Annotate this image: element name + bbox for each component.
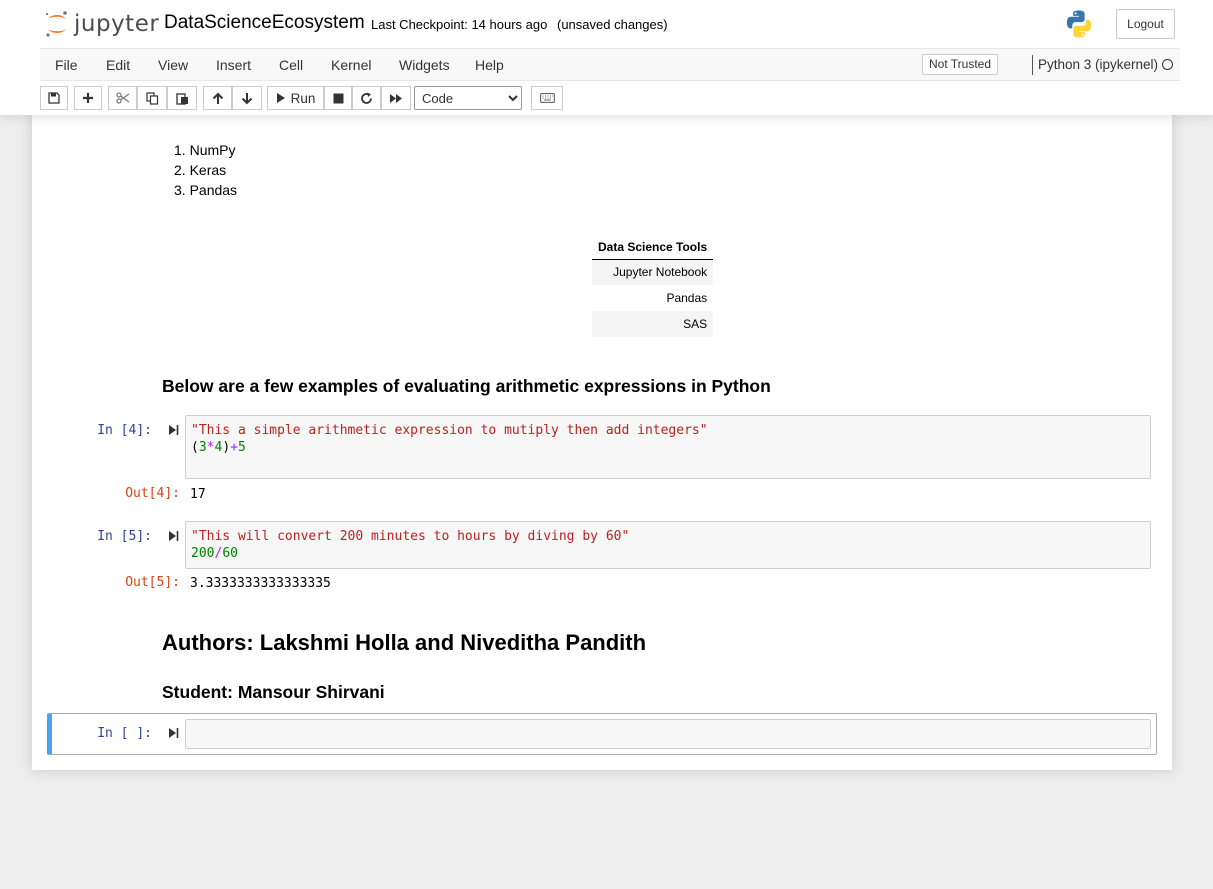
output-prompt: Out[4]:: [125, 486, 180, 501]
not-trusted-button[interactable]: Not Trusted: [922, 54, 999, 75]
list-item: 2. Keras: [174, 162, 227, 178]
menu-file[interactable]: File: [55, 57, 78, 73]
command-palette-button[interactable]: [531, 86, 563, 110]
code-token: (: [191, 440, 199, 455]
move-up-button[interactable]: [203, 86, 232, 110]
output-prompt: Out[5]:: [125, 575, 180, 590]
arrow-up-icon: [212, 92, 223, 104]
code-cell-input[interactable]: "This a simple arithmetic expression to …: [185, 415, 1151, 479]
logo-text: jupyter: [74, 11, 160, 37]
plus-icon: [83, 93, 93, 103]
table-row: Jupyter Notebook: [592, 259, 714, 285]
restart-button[interactable]: [352, 86, 381, 110]
kernel-idle-indicator: [1162, 59, 1173, 70]
autosave-status: (unsaved changes): [557, 17, 668, 32]
cut-icon: [115, 92, 129, 104]
jupyter-logo[interactable]: jupyter: [44, 9, 159, 39]
data-science-tools-table: Data Science Tools Jupyter Notebook Pand…: [592, 236, 714, 337]
menu-view[interactable]: View: [158, 57, 188, 73]
run-cell-icon[interactable]: [168, 727, 180, 739]
run-cell-icon[interactable]: [168, 530, 180, 542]
table-cell: Pandas: [592, 285, 714, 311]
cell-output: 17: [190, 487, 206, 502]
authors-heading: Authors: Lakshmi Holla and Niveditha Pan…: [162, 630, 647, 655]
table-cell: SAS: [592, 311, 714, 337]
save-button[interactable]: [40, 86, 68, 110]
paste-icon: [175, 92, 188, 105]
notebook-header: jupyter DataScienceEcosystem Last Checkp…: [0, 0, 1213, 115]
empty-code-input[interactable]: [185, 719, 1151, 749]
jupyter-logo-icon: [45, 11, 67, 37]
arrow-down-icon: [241, 92, 253, 104]
save-icon: [48, 92, 60, 104]
menu-edit[interactable]: Edit: [106, 57, 130, 73]
table-row: SAS: [592, 311, 714, 337]
notebook-name[interactable]: DataScienceEcosystem: [164, 12, 365, 34]
menu-kernel[interactable]: Kernel: [331, 57, 371, 73]
stop-icon: [333, 93, 343, 103]
list-item: 3. Pandas: [174, 182, 238, 198]
code-token: ): [222, 440, 231, 455]
menu-cell[interactable]: Cell: [279, 57, 303, 73]
run-cell-icon[interactable]: [168, 424, 180, 436]
kernel-separator: [1032, 55, 1033, 75]
interrupt-button[interactable]: [324, 86, 352, 110]
copy-button[interactable]: [137, 86, 167, 110]
cell-output: 3.3333333333333335: [190, 576, 331, 591]
table-header: Data Science Tools: [592, 236, 714, 260]
insert-cell-button[interactable]: [74, 86, 102, 110]
paste-button[interactable]: [167, 86, 197, 110]
code-line: "This a simple arithmetic expression to …: [191, 423, 708, 438]
restart-icon: [361, 92, 372, 104]
library-item-keras: Keras: [189, 162, 227, 178]
code-token: 60: [222, 546, 238, 561]
student-heading: Student: Mansour Shirvani: [162, 682, 385, 702]
input-prompt: In [ ]:: [97, 726, 152, 741]
code-token: +: [230, 440, 238, 455]
run-icon: [276, 93, 285, 103]
code-token: 3: [198, 440, 207, 455]
menu-widgets[interactable]: Widgets: [399, 57, 450, 73]
restart-run-all-button[interactable]: [381, 86, 411, 110]
kernel-name[interactable]: Python 3 (ipykernel): [1038, 57, 1158, 72]
library-item-numpy: NumPy: [189, 142, 236, 158]
table-row: Pandas: [592, 285, 714, 311]
code-token: 5: [237, 440, 246, 455]
keyboard-icon: [539, 93, 555, 103]
move-down-button[interactable]: [232, 86, 262, 110]
input-prompt: In [4]:: [97, 423, 152, 438]
code-line: "This will convert 200 minutes to hours …: [191, 529, 630, 544]
examples-heading: Below are a few examples of evaluating a…: [162, 376, 771, 396]
table-cell: Jupyter Notebook: [592, 259, 714, 285]
library-list: 1. NumPy 2. Keras 3. Pandas: [174, 140, 237, 200]
cell-type-select[interactable]: Code: [414, 86, 522, 110]
library-item-pandas: Pandas: [189, 182, 238, 198]
list-item: 1. NumPy: [174, 142, 236, 158]
cut-button[interactable]: [108, 86, 137, 110]
code-line: 200/60: [191, 545, 1145, 562]
menubar: File Edit View Insert Cell Kernel Widget…: [40, 48, 1180, 81]
code-token: 200: [191, 546, 215, 561]
run-button[interactable]: Run: [267, 86, 324, 110]
copy-icon: [145, 91, 158, 105]
code-line: (3*4)+5: [191, 439, 1145, 456]
code-cell-input[interactable]: "This will convert 200 minutes to hours …: [185, 521, 1151, 569]
input-prompt: In [5]:: [97, 529, 152, 544]
notebook-container: 1. NumPy 2. Keras 3. Pandas Data Science…: [32, 96, 1172, 770]
python-logo-icon: [1066, 10, 1092, 38]
run-label: Run: [290, 90, 316, 106]
checkpoint-status: Last Checkpoint: 14 hours ago: [371, 17, 548, 32]
menu-insert[interactable]: Insert: [216, 57, 251, 73]
fast-forward-icon: [390, 93, 402, 103]
logout-button[interactable]: Logout: [1116, 9, 1175, 39]
menu-help[interactable]: Help: [475, 57, 504, 73]
